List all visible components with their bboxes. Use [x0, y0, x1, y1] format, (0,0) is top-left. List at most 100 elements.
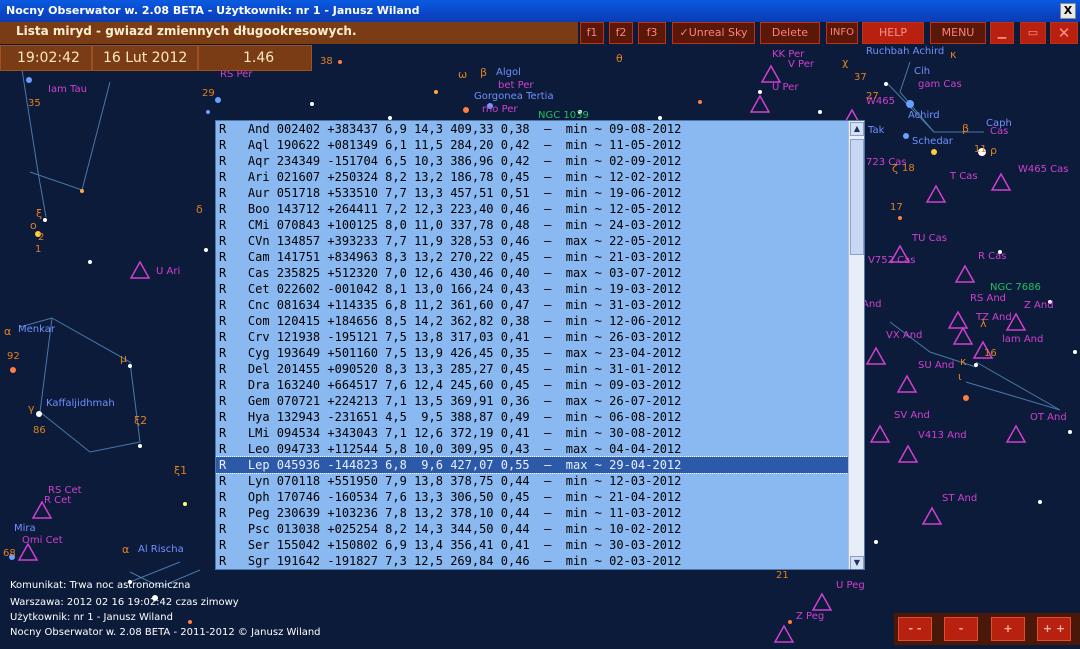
list-item[interactable]: R Lep 045936 -144823 6,8 9,6 427,07 0,55…: [216, 456, 849, 474]
value-display: 1.46: [198, 45, 312, 71]
svg-text:lam And: lam And: [1002, 334, 1043, 345]
maximize-button[interactable]: ▭: [1020, 22, 1046, 44]
checkmark-icon: ✓: [679, 26, 689, 39]
zoom-out-fast-button[interactable]: - -: [898, 617, 932, 641]
star: [26, 77, 32, 83]
list-item[interactable]: R Aqr 234349 -151704 6,5 10,3 386,96 0,4…: [216, 153, 848, 169]
close-icon: ✕: [1057, 24, 1071, 42]
svg-text:VX And: VX And: [886, 330, 922, 341]
time-display: 19:02:42: [0, 45, 92, 71]
svg-text:U Ari: U Ari: [156, 266, 180, 277]
svg-text:TU Cas: TU Cas: [911, 233, 947, 244]
svg-text:ST And: ST And: [942, 493, 977, 504]
svg-text:rho Per: rho Per: [482, 104, 518, 115]
delete-button[interactable]: Delete: [760, 22, 820, 44]
svg-text:U Per: U Per: [772, 82, 799, 93]
status-version: Nocny Obserwator w. 2.08 BETA - 2011-201…: [10, 627, 321, 638]
maximize-icon: ▭: [1027, 26, 1039, 39]
list-item[interactable]: R Psc 013038 +025254 8,2 14,3 344,50 0,4…: [216, 521, 848, 537]
list-item[interactable]: R CVn 134857 +393233 7,7 11,9 328,53 0,4…: [216, 233, 848, 249]
svg-text:Cih: Cih: [914, 66, 930, 77]
scroll-down-icon[interactable]: ▼: [850, 556, 864, 569]
minimize-button[interactable]: ▁: [990, 22, 1014, 44]
f2-button[interactable]: f2: [609, 22, 633, 44]
list-item[interactable]: R Aur 051718 +533510 7,7 13,3 457,51 0,5…: [216, 185, 848, 201]
status-location: Warszawa: 2012 02 16 19:02:42 czas zimow…: [10, 597, 239, 608]
menu-button[interactable]: MENU: [930, 22, 986, 44]
list-item[interactable]: R Com 120415 +184656 8,5 14,2 362,82 0,3…: [216, 313, 848, 329]
svg-text:Al Rischa: Al Rischa: [138, 544, 184, 555]
svg-text:Schedar: Schedar: [912, 136, 954, 147]
list-item[interactable]: R Boo 143712 +264411 7,2 12,3 223,40 0,4…: [216, 201, 848, 217]
svg-text:OT And: OT And: [1030, 412, 1067, 423]
list-item[interactable]: R Peg 230639 +103236 7,8 13,2 378,10 0,4…: [216, 505, 848, 521]
svg-text:Ruchbah Achird: Ruchbah Achird: [866, 46, 944, 57]
minimize-icon: ▁: [997, 26, 1007, 39]
svg-text:SV And: SV And: [894, 410, 930, 421]
svg-text:SU And: SU And: [918, 360, 954, 371]
list-item[interactable]: R Hya 132943 -231651 4,5 9,5 388,87 0,49…: [216, 409, 848, 425]
list-item[interactable]: R Gem 070721 +224213 7,1 13,5 369,91 0,3…: [216, 393, 848, 409]
window-titlebar: Nocny Obserwator w. 2.08 BETA - Użytkown…: [0, 0, 1080, 22]
list-item[interactable]: R Cet 022602 -001042 8,1 13,0 166,24 0,4…: [216, 281, 848, 297]
mira-list[interactable]: R And 002402 +383437 6,9 14,3 409,33 0,3…: [216, 121, 849, 569]
help-button[interactable]: HELP: [862, 22, 924, 44]
f3-button[interactable]: f3: [638, 22, 666, 44]
scroll-up-icon[interactable]: ▲: [850, 122, 864, 136]
svg-text:U Peg: U Peg: [836, 580, 865, 591]
list-item[interactable]: R Leo 094733 +112544 5,8 10,0 309,95 0,4…: [216, 441, 848, 457]
scrollbar[interactable]: ▲ ▼: [848, 121, 864, 569]
svg-text:Cas: Cas: [990, 126, 1008, 137]
svg-text:Menkar: Menkar: [18, 324, 56, 335]
svg-text:Algol: Algol: [496, 67, 521, 78]
list-item[interactable]: R Crv 121938 -195121 7,5 13,8 317,03 0,4…: [216, 329, 848, 345]
svg-text:V Per: V Per: [788, 59, 815, 70]
list-item[interactable]: R Cam 141751 +834963 8,3 13,2 270,22 0,4…: [216, 249, 848, 265]
svg-text:T Cas: T Cas: [949, 171, 978, 182]
list-item[interactable]: R Oph 170746 -160534 7,6 13,3 306,50 0,4…: [216, 489, 848, 505]
svg-text:Omi Cet: Omi Cet: [22, 535, 63, 546]
list-item[interactable]: R CMi 070843 +100125 8,0 11,0 337,78 0,4…: [216, 217, 848, 233]
svg-text:Mira: Mira: [14, 523, 36, 534]
list-item[interactable]: R Lyn 070118 +551950 7,9 13,8 378,75 0,4…: [216, 473, 848, 489]
svg-text:Gorgonea Tertia: Gorgonea Tertia: [474, 91, 554, 102]
date-display: 16 Lut 2012: [92, 45, 198, 71]
status-user: Użytkownik: nr 1 - Janusz Wiland: [10, 612, 173, 623]
list-item[interactable]: R Del 201455 +090520 8,3 13,3 285,27 0,4…: [216, 361, 848, 377]
list-item[interactable]: R Cas 235825 +512320 7,0 12,6 430,46 0,4…: [216, 265, 848, 281]
zoom-out-button[interactable]: -: [944, 617, 978, 641]
svg-text:bet Per: bet Per: [498, 80, 534, 91]
zoom-in-button[interactable]: +: [991, 617, 1025, 641]
status-message: Komunikat: Trwa noc astronomiczna: [10, 580, 191, 591]
list-item[interactable]: R Sgr 191642 -191827 7,3 12,5 269,84 0,4…: [216, 553, 848, 569]
list-item[interactable]: R Ser 155042 +150802 6,9 13,4 356,41 0,4…: [216, 537, 848, 553]
svg-text:Tak: Tak: [867, 125, 885, 136]
unreal-sky-label: Unreal Sky: [688, 26, 748, 39]
svg-text:RS And: RS And: [970, 293, 1006, 304]
scroll-thumb[interactable]: [850, 139, 864, 255]
svg-text:gam Cas: gam Cas: [918, 79, 962, 90]
list-item[interactable]: R Cyg 193649 +501160 7,5 13,9 426,45 0,3…: [216, 345, 848, 361]
list-item[interactable]: R Cnc 081634 +114335 6,8 11,2 361,60 0,4…: [216, 297, 848, 313]
window-title: Nocny Obserwator w. 2.08 BETA - Użytkown…: [6, 4, 420, 17]
svg-text:Iam Tau: Iam Tau: [48, 84, 87, 95]
exit-button[interactable]: ✕: [1050, 22, 1078, 44]
panel-header: Lista miryd - gwiazd zmiennych długookre…: [0, 22, 578, 44]
list-item[interactable]: R Aql 190622 +081349 6,1 11,5 284,20 0,4…: [216, 137, 848, 153]
unreal-sky-button[interactable]: ✓Unreal Sky: [672, 22, 755, 44]
mira-listbox[interactable]: R And 002402 +383437 6,9 14,3 409,33 0,3…: [215, 120, 865, 570]
list-item[interactable]: R Ari 021607 +250324 8,2 13,2 186,78 0,4…: [216, 169, 848, 185]
list-item[interactable]: R LMi 094534 +343043 7,1 12,6 372,19 0,4…: [216, 425, 848, 441]
svg-text:W465 Cas: W465 Cas: [1018, 164, 1068, 175]
list-item[interactable]: R Dra 163240 +664517 7,6 12,4 245,60 0,4…: [216, 377, 848, 393]
svg-text:NGC 7686: NGC 7686: [990, 282, 1041, 293]
svg-text:Achird: Achird: [908, 110, 940, 121]
svg-text:Z And: Z And: [1024, 300, 1054, 311]
close-button[interactable]: X: [1060, 3, 1076, 19]
f1-button[interactable]: f1: [580, 22, 604, 44]
info-button[interactable]: INFO: [826, 22, 858, 44]
zoom-in-fast-button[interactable]: + +: [1037, 617, 1071, 641]
svg-text:R Cet: R Cet: [44, 495, 71, 506]
list-item[interactable]: R And 002402 +383437 6,9 14,3 409,33 0,3…: [216, 121, 848, 137]
svg-text:V413 And: V413 And: [918, 430, 967, 441]
